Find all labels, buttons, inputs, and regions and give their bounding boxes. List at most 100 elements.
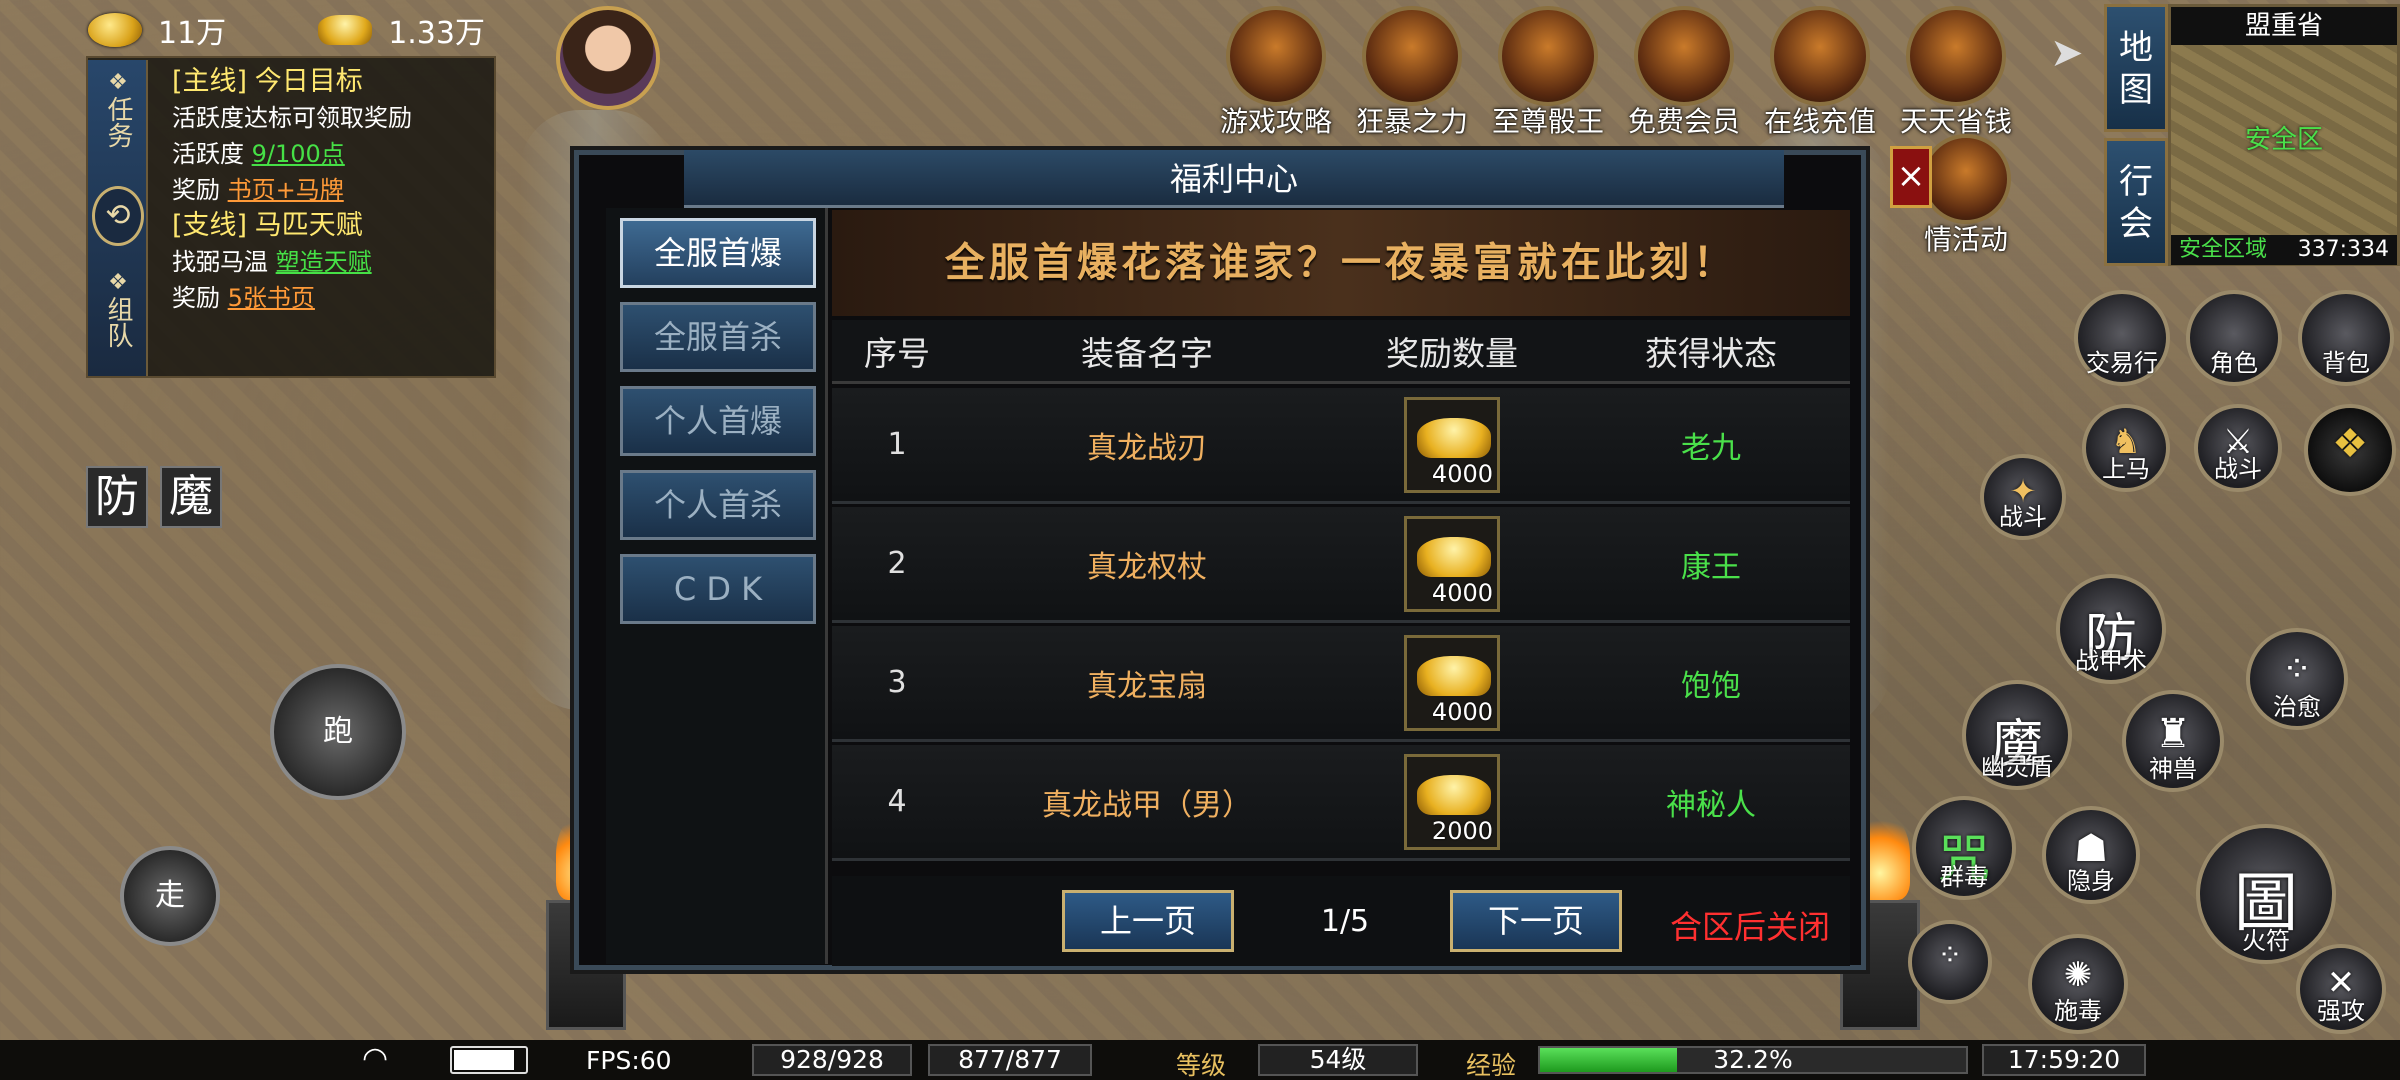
demon-face-icon <box>1362 6 1462 106</box>
skill-label: 神兽 <box>2149 755 2197 783</box>
row-index: 1 <box>887 427 907 462</box>
fps-counter: FPS:60 <box>586 1046 672 1075</box>
gift-box-icon <box>1906 6 2006 106</box>
coordinates: 337:334 <box>2297 237 2389 262</box>
nav-server-first-drop[interactable]: 全服首爆 <box>620 218 816 288</box>
quest-main[interactable]: [主线] 今日目标 活跃度达标可领取奖励 活跃度 9/100点 奖励 书页+马牌 <box>172 64 492 208</box>
exp-bar: 32.2% <box>1538 1046 1968 1074</box>
quest-side[interactable]: [支线] 马匹天赋 找弼马温 塑造天赋 奖励 5张书页 <box>172 208 492 316</box>
wifi-icon: ◠ <box>362 1041 389 1076</box>
skill-ghost-shield[interactable]: 魔幽灵盾 <box>1962 680 2072 790</box>
banner-slogan: 全服首爆花落谁家？一夜暴富就在此刻！ <box>832 210 1850 316</box>
cake-icon <box>1921 134 2011 224</box>
quest-link[interactable]: 塑造天赋 <box>276 248 372 276</box>
skill-heal[interactable]: ⁘ 治愈 <box>2246 628 2348 730</box>
exp-percent: 32.2% <box>1713 1045 1793 1074</box>
role-button[interactable]: 角色 <box>2186 290 2282 386</box>
save-button[interactable]: 天天省钱 <box>1900 6 2012 140</box>
skill-armor[interactable]: 防战甲术 <box>2056 574 2166 684</box>
row-index: 4 <box>887 784 907 819</box>
row-status: 老九 <box>1681 430 1741 466</box>
collapse-arrow-icon[interactable]: ➤ <box>2050 30 2084 76</box>
supreme-label: 至尊骰王 <box>1492 105 1605 138</box>
reward-amount: 2000 <box>1431 816 1493 845</box>
player-avatar[interactable] <box>556 6 660 110</box>
currency-bar: 11万 1.33万 <box>88 6 485 54</box>
table-row: 4 真龙战甲（男） 2000 神秘人 <box>832 745 1850 861</box>
skill-label: 幽灵盾 <box>1981 753 2053 781</box>
exp-label: 经验 <box>1466 1051 1517 1080</box>
dots-icon: ⁘ <box>2281 648 2313 690</box>
event-label: 情活动 <box>1923 223 2008 256</box>
book-icon <box>1226 6 1326 106</box>
team-tab-label: 组队 <box>103 296 133 348</box>
guild-button[interactable]: 行会 <box>2104 138 2168 266</box>
skill-group-poison[interactable]: 咒群毒 <box>1912 796 2016 900</box>
skill-label: 战甲术 <box>2075 647 2147 675</box>
row-status: 康王 <box>1681 549 1741 585</box>
reward-slot[interactable]: 4000 <box>1404 515 1500 612</box>
quest-list[interactable]: [主线] 今日目标 活跃度达标可领取奖励 活跃度 9/100点 奖励 书页+马牌… <box>172 64 492 316</box>
quest-progress-value: 9/100点 <box>251 140 345 168</box>
ingot-icon <box>318 15 373 45</box>
trade-button[interactable]: 交易行 <box>2074 290 2170 386</box>
mount-button[interactable]: ♞ 上马 <box>2082 404 2170 492</box>
bag-button[interactable]: 背包 <box>2298 290 2394 386</box>
gold-coin-icon <box>88 13 142 47</box>
skill-poison[interactable]: ✺ 施毒 <box>2028 934 2128 1034</box>
team-tab[interactable]: ❖ 组队 <box>92 270 144 348</box>
nav-cdk[interactable]: C D K <box>620 554 816 624</box>
skill-stealth[interactable]: ☗ 隐身 <box>2042 806 2140 904</box>
rage-button[interactable]: 狂暴之力 <box>1356 6 1468 140</box>
reward-slot[interactable]: 4000 <box>1404 634 1500 731</box>
vip-label: 免费会员 <box>1628 105 1741 138</box>
walk-button[interactable]: 走 <box>120 846 220 946</box>
bag-label: 背包 <box>2322 349 2370 377</box>
map-button[interactable]: 地图 <box>2104 4 2168 132</box>
skill-power-attack[interactable]: ✕ 强攻 <box>2296 944 2386 1034</box>
vip-badge-icon <box>1634 6 1734 106</box>
quest-desc: 活跃度达标可领取奖励 <box>172 104 412 132</box>
nav-personal-first-kill[interactable]: 个人首杀 <box>620 470 816 540</box>
safe-zone-label: 安全区 <box>2244 125 2323 155</box>
ingot-amount: 1.33万 <box>388 16 485 51</box>
row-item: 真龙权杖 <box>1087 549 1207 585</box>
nav-server-first-kill[interactable]: 全服首杀 <box>620 302 816 372</box>
mp-value: 877/877 <box>928 1044 1092 1076</box>
run-button[interactable]: 跑 <box>270 664 406 800</box>
fight-button[interactable]: ✦ 战斗 <box>1980 454 2066 540</box>
ingot-icon <box>1417 655 1491 696</box>
supreme-button[interactable]: 至尊骰王 <box>1492 6 1604 140</box>
skill-fire-talisman[interactable]: 圖火符 <box>2196 824 2336 964</box>
mount-label: 上马 <box>2102 455 2150 483</box>
guide-button[interactable]: 游戏攻略 <box>1220 6 1332 140</box>
ingot-icon <box>1417 774 1491 815</box>
quest-reward-value: 5张书页 <box>227 284 315 312</box>
minimap-view[interactable]: 安全区 <box>2171 45 2397 235</box>
toggle-arrow-icon[interactable]: ⟲ <box>92 186 144 246</box>
skill-unnamed[interactable]: ⁘ <box>1908 920 1992 1004</box>
recharge-button[interactable]: 在线充值 <box>1764 6 1876 140</box>
level-label: 等级 <box>1176 1051 1227 1080</box>
menu-button[interactable]: ❖ <box>2304 404 2396 496</box>
next-page-button[interactable]: 下一页 <box>1450 890 1622 952</box>
close-button[interactable]: × <box>1890 146 1932 208</box>
prev-page-button[interactable]: 上一页 <box>1062 890 1234 952</box>
guide-label: 游戏攻略 <box>1220 105 1333 138</box>
fight-small-button[interactable]: ⚔ 战斗 <box>2194 404 2282 492</box>
trade-label: 交易行 <box>2086 349 2158 377</box>
col-item: 装备名字 <box>1081 333 1213 373</box>
skill-label: 施毒 <box>2054 997 2102 1025</box>
minimap[interactable]: 盟重省 安全区 安全区域 337:334 <box>2168 4 2400 266</box>
task-tab[interactable]: ❖ 任务 <box>92 70 144 148</box>
skill-beast[interactable]: ♜ 神兽 <box>2122 690 2224 792</box>
crown-icon <box>1498 6 1598 106</box>
row-item: 真龙战刃 <box>1087 430 1207 466</box>
role-label: 角色 <box>2210 349 2258 377</box>
reward-amount: 4000 <box>1431 578 1493 607</box>
col-status: 获得状态 <box>1645 333 1777 373</box>
vip-button[interactable]: 免费会员 <box>1628 6 1740 140</box>
reward-slot[interactable]: 4000 <box>1404 396 1500 493</box>
reward-slot[interactable]: 2000 <box>1404 753 1500 850</box>
nav-personal-first-drop[interactable]: 个人首爆 <box>620 386 816 456</box>
